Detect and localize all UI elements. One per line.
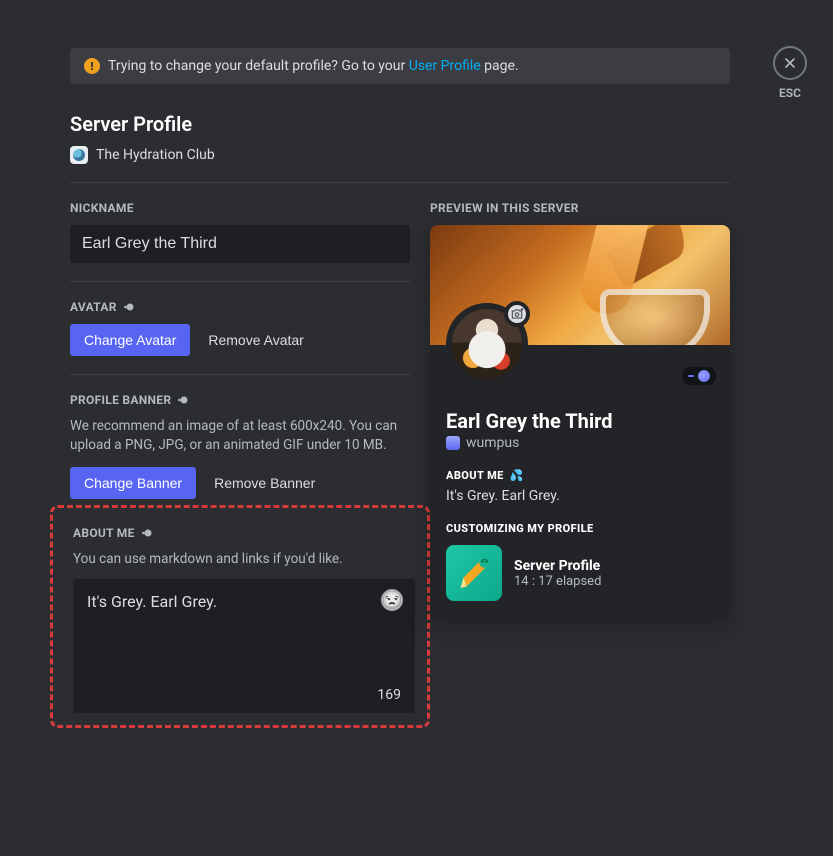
nitro-icon [177,393,191,407]
change-avatar-button[interactable]: Change Avatar [70,324,190,356]
activity-name: Server Profile [514,558,601,574]
preview-activity-label: CUSTOMIZING MY PROFILE [446,522,714,535]
banner-hint: We recommend an image of at least 600x24… [70,417,410,455]
server-name: The Hydration Club [96,147,215,163]
divider [70,281,410,282]
avatar-label: AVATAR [70,300,410,314]
preview-label: PREVIEW IN THIS SERVER [430,201,730,215]
warning-icon: ! [84,58,100,74]
nickname-label: NICKNAME [70,201,410,215]
activity-time: 14 : 17 elapsed [514,574,601,589]
profile-preview-card: Earl Grey the Third wumpus ABOUT ME 💦 It… [430,225,730,619]
sweat-droplets-icon: 💦 [510,469,524,482]
nickname-input[interactable] [70,225,410,263]
server-context: The Hydration Club [70,146,730,164]
change-banner-button[interactable]: Change Banner [70,467,196,499]
notice-suffix: page. [481,58,519,74]
about-label: ABOUT ME [73,526,415,540]
about-hint: You can use markdown and links if you'd … [73,550,415,569]
notice-prefix: Trying to change your default profile? G… [108,58,409,74]
nitro-badge [682,367,716,385]
bot-icon [446,436,460,450]
server-icon [70,146,88,164]
nitro-icon [123,300,137,314]
nitro-icon [141,526,155,540]
about-char-remaining: 169 [377,687,401,703]
divider [70,182,730,183]
close-icon[interactable] [773,46,807,80]
about-me-textarea[interactable] [87,591,401,671]
preview-display-name: Earl Grey the Third [446,409,714,433]
page-title: Server Profile [70,112,730,136]
about-me-field[interactable]: 169 [73,579,415,713]
close-esc[interactable]: ESC [773,46,807,100]
emoji-picker-button[interactable] [381,589,403,611]
remove-avatar-button[interactable]: Remove Avatar [206,324,305,356]
esc-label: ESC [779,86,801,100]
avatar-upload-button[interactable] [504,301,530,327]
preview-about-value: It's Grey. Earl Grey. [446,488,714,504]
remove-banner-button[interactable]: Remove Banner [212,467,317,499]
user-profile-link[interactable]: User Profile [409,58,481,74]
preview-about-label: ABOUT ME 💦 [446,469,714,482]
activity-pencil-icon [446,545,502,601]
divider [70,374,410,375]
preview-username: wumpus [466,435,519,451]
banner-label: PROFILE BANNER [70,393,410,407]
about-me-highlight: ABOUT ME You can use markdown and links … [50,505,430,728]
profile-change-notice: ! Trying to change your default profile?… [70,48,730,84]
